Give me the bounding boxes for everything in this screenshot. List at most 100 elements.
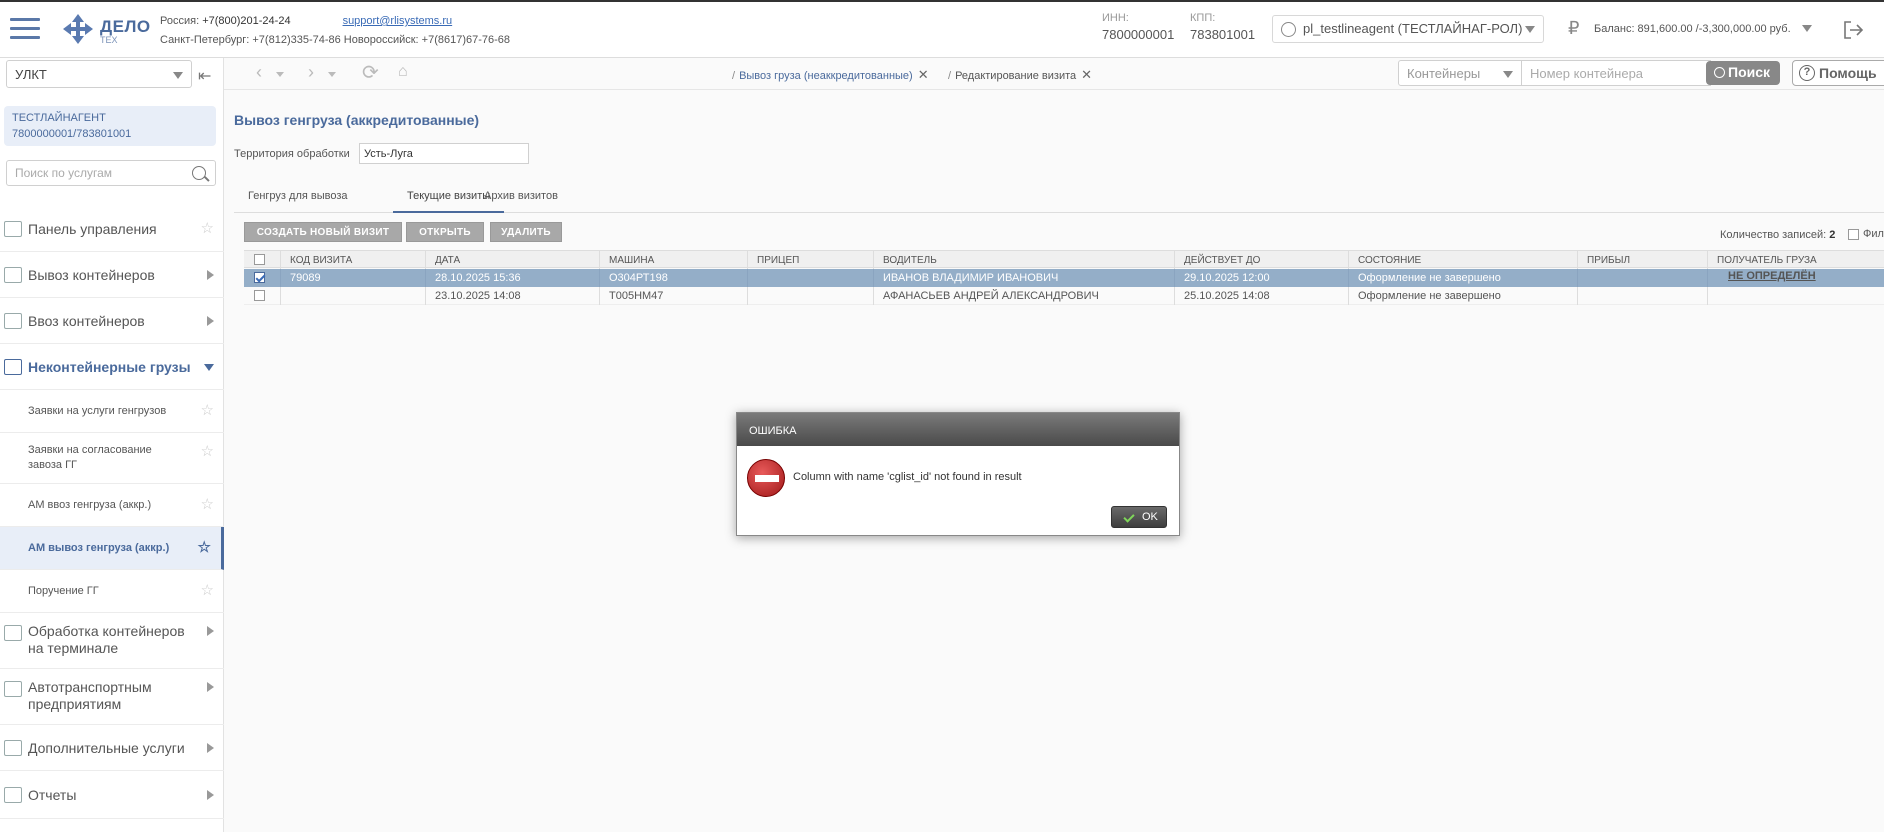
container-number-input[interactable] [1521, 60, 1711, 86]
filter-checkbox[interactable] [1848, 229, 1859, 240]
sidebar-item-reports[interactable]: Отчеты [0, 771, 224, 819]
back-history-chevron-icon[interactable] [276, 72, 284, 77]
kpp-value: 783801001 [1190, 27, 1256, 42]
search-icon[interactable] [192, 166, 206, 180]
sidebar-item-label: Дополнительные услуги [28, 740, 185, 756]
star-icon[interactable]: ☆ [201, 581, 214, 599]
column-header-driver[interactable]: ВОДИТЕЛЬ [873, 251, 1174, 269]
close-icon[interactable]: ✕ [918, 67, 929, 82]
sidebar-subitem-approval-requests[interactable]: Заявки на согласование завоза ГГ ☆ [0, 433, 224, 484]
open-button[interactable]: ОТКРЫТЬ [406, 222, 484, 242]
tab-visit-archive[interactable]: Архив визитов [470, 184, 572, 213]
menu-burger-icon[interactable] [10, 18, 40, 40]
column-header-vehicle[interactable]: МАШИНА [599, 251, 747, 269]
column-header-date[interactable]: ДАТА [425, 251, 599, 269]
breadcrumb-tab-2[interactable]: / Редактирование визита ✕ [948, 67, 1092, 83]
star-icon[interactable]: ☆ [201, 219, 214, 237]
column-header-visit-code[interactable]: КОД ВИЗИТА [280, 251, 420, 269]
logout-icon[interactable] [1842, 20, 1864, 40]
close-icon[interactable]: ✕ [1081, 67, 1092, 82]
sidebar-subitem-label: АМ вывоз генгруза (аккр.) [28, 542, 170, 554]
dialog-message: Column with name 'cglist_id' not found i… [793, 471, 1022, 483]
column-header-status[interactable]: СОСТОЯНИЕ [1348, 251, 1578, 269]
ok-button[interactable]: OK [1111, 506, 1167, 528]
star-icon[interactable]: ☆ [201, 495, 214, 513]
refresh-icon[interactable]: ⟳ [362, 60, 379, 85]
user-icon [1281, 22, 1296, 37]
select-all-checkbox[interactable] [254, 254, 265, 265]
dialog-title[interactable]: ОШИБКА [737, 413, 1179, 446]
sidebar-subitem-am-export[interactable]: АМ вывоз генгруза (аккр.) ☆ [0, 527, 224, 570]
territory-field[interactable] [359, 143, 529, 164]
search-icon [1714, 67, 1725, 78]
sidebar-subitem-label: Поручение ГГ [28, 585, 99, 597]
sidebar-subitem-am-import[interactable]: АМ ввоз генгруза (аккр.) ☆ [0, 484, 224, 527]
org-select[interactable]: УЛКТ [6, 60, 192, 88]
sidebar-item-container-import[interactable]: Ввоз контейнеров [0, 298, 224, 344]
top-header: ДЕЛО ТЕХ Россия: +7(800)201-24-24 support… [0, 0, 1884, 58]
search-button[interactable]: Поиск [1706, 61, 1780, 85]
sidebar-item-transport-companies[interactable]: Автотранспортным предприятиям [0, 669, 224, 725]
sidebar-subitem-label: АМ ввоз генгруза (аккр.) [28, 499, 152, 511]
home-icon[interactable]: ⌂ [398, 63, 408, 81]
logo-subtext: ТЕХ [100, 35, 118, 45]
user-select[interactable]: pl_testlineagent (ТЕСТЛАЙНАГ-РОЛ) [1272, 15, 1544, 43]
container-type-select[interactable]: Контейнеры [1398, 60, 1522, 86]
territory-label: Территория обработки [234, 148, 350, 160]
chevron-down-icon [1525, 26, 1535, 33]
check-icon [1123, 511, 1135, 523]
forward-history-chevron-icon[interactable] [328, 72, 336, 77]
contacts: Россия: +7(800)201-24-24 support@rlisyste… [160, 12, 510, 50]
breadcrumb-label[interactable]: Вывоз груза (неаккредитованные) [739, 70, 913, 82]
forward-icon[interactable]: › [308, 62, 314, 83]
consignee-link[interactable]: НЕ ОПРЕДЕЛЁН [1728, 270, 1816, 282]
sidebar-subitem-gencargo-requests[interactable]: Заявки на услуги генгрузов ☆ [0, 390, 224, 433]
star-icon[interactable]: ☆ [198, 538, 211, 556]
cell-consignee [1707, 287, 1884, 305]
column-header-trailer[interactable]: ПРИЦЕП [747, 251, 877, 269]
breadcrumb-label[interactable]: Редактирование визита [955, 70, 1076, 82]
table-row[interactable]: 23.10.2025 14:08 Т005НМ47 АФАНАСЬЕВ АНДР… [244, 287, 1884, 305]
row-checkbox[interactable] [254, 272, 265, 283]
sidebar-item-label: Обработка контейнеров на терминале [28, 623, 185, 656]
column-header-arrived[interactable]: ПРИБЫЛ [1577, 251, 1707, 269]
org-select-value: УЛКТ [15, 67, 47, 82]
contact-phone: +7(800)201-24-24 [202, 15, 291, 27]
sidebar-item-label: Вывоз контейнеров [28, 267, 155, 283]
logo[interactable]: ДЕЛО ТЕХ [60, 12, 150, 46]
record-count: Количество записей: 2 [1720, 229, 1835, 241]
table-row[interactable]: 79089 28.10.2025 15:36 О304РТ198 ИВАНОВ … [244, 269, 1884, 287]
star-icon[interactable]: ☆ [201, 401, 214, 419]
help-button[interactable]: ? Помощь [1792, 60, 1884, 86]
service-search-input[interactable] [6, 160, 216, 186]
row-checkbox[interactable] [254, 290, 265, 301]
create-visit-button[interactable]: СОЗДАТЬ НОВЫЙ ВИЗИТ [244, 222, 402, 242]
support-email-link[interactable]: support@rlisystems.ru [343, 15, 453, 27]
contact-line-2: Санкт-Петербург: +7(812)335-74-86 Новоро… [160, 34, 511, 46]
sidebar-item-noncontainer-cargo[interactable]: Неконтейнерные грузы [0, 344, 224, 390]
cell-trailer [747, 269, 877, 287]
balance-chevron-down-icon[interactable] [1802, 25, 1812, 32]
breadcrumb-tab-1[interactable]: / Вывоз груза (неаккредитованные) ✕ [732, 67, 929, 83]
chevron-down-icon [173, 72, 183, 79]
sidebar-item-additional-services[interactable]: Дополнительные услуги [0, 725, 224, 771]
column-header-consignee[interactable]: ПОЛУЧАТЕЛЬ ГРУЗА [1707, 251, 1884, 269]
balance-text: Баланс: 891,600.00 /-3,300,000.00 руб. [1594, 23, 1791, 35]
agent-card[interactable]: ТЕСТЛАЙНАГЕНТ 7800000001/783801001 [4, 106, 216, 146]
help-icon: ? [1799, 65, 1815, 81]
sidebar-item-container-export[interactable]: Вывоз контейнеров [0, 252, 224, 298]
inn-block: ИНН: 7800000001 [1102, 12, 1174, 42]
collapse-sidebar-icon[interactable]: ⇤ [198, 66, 211, 86]
column-header-valid-until[interactable]: ДЕЙСТВУЕТ ДО [1174, 251, 1349, 269]
sidebar-item-dashboard[interactable]: Панель управления ☆ [0, 206, 224, 252]
delete-button[interactable]: УДАЛИТЬ [490, 222, 562, 242]
page-title: Вывоз генгруза (аккредитованные) [234, 112, 480, 128]
star-icon[interactable]: ☆ [201, 442, 214, 460]
cell-arrived [1577, 269, 1707, 287]
back-icon[interactable]: ‹ [256, 62, 262, 83]
tab-gencargo-export[interactable]: Генгруз для вывоза [234, 184, 362, 213]
cell-arrived [1577, 287, 1707, 305]
sidebar-subitem-gg-order[interactable]: Поручение ГГ ☆ [0, 570, 224, 613]
dashboard-icon [4, 221, 22, 237]
sidebar-item-terminal-processing[interactable]: Обработка контейнеров на терминале [0, 613, 224, 669]
